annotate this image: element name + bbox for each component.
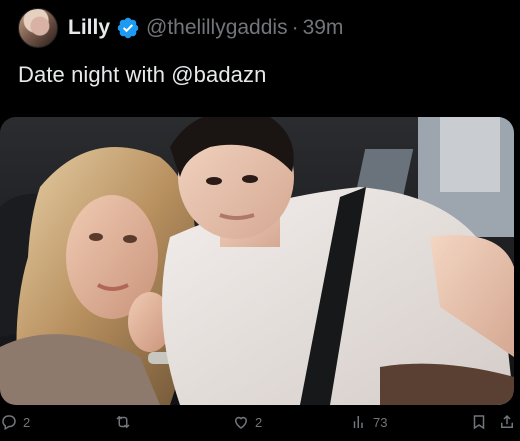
separator-dot: · — [291, 16, 299, 39]
author-avatar[interactable] — [18, 8, 58, 48]
tweet-text: Date night with @badazn — [18, 62, 267, 87]
reply-count: 2 — [23, 414, 31, 430]
like-button[interactable]: 2 — [232, 413, 262, 431]
reply-icon — [2, 415, 16, 431]
bookmark-button[interactable] — [470, 413, 488, 431]
views-button[interactable]: 73 — [350, 413, 387, 431]
like-count: 2 — [255, 414, 263, 430]
author-name[interactable]: Lilly — [68, 16, 110, 40]
share-icon — [501, 414, 513, 428]
verified-badge-icon — [117, 17, 139, 39]
selfie-photo-illustration — [0, 117, 514, 405]
share-button[interactable] — [498, 413, 516, 431]
tweet-actions-bar: 2 2 73 — [0, 413, 520, 437]
tweet-photo[interactable] — [0, 117, 514, 405]
analytics-icon — [353, 416, 363, 428]
tweet-timestamp[interactable]: 39m — [303, 16, 344, 40]
view-count: 73 — [373, 414, 388, 430]
bookmark-icon — [473, 415, 485, 430]
retweet-button[interactable] — [114, 413, 132, 431]
author-handle[interactable]: @thelillygaddis — [146, 16, 288, 40]
retweet-icon — [116, 415, 130, 429]
reply-button[interactable]: 2 — [0, 413, 30, 431]
heart-icon — [234, 416, 248, 429]
tweet-header: Lilly @thelillygaddis · 39m — [18, 7, 508, 49]
